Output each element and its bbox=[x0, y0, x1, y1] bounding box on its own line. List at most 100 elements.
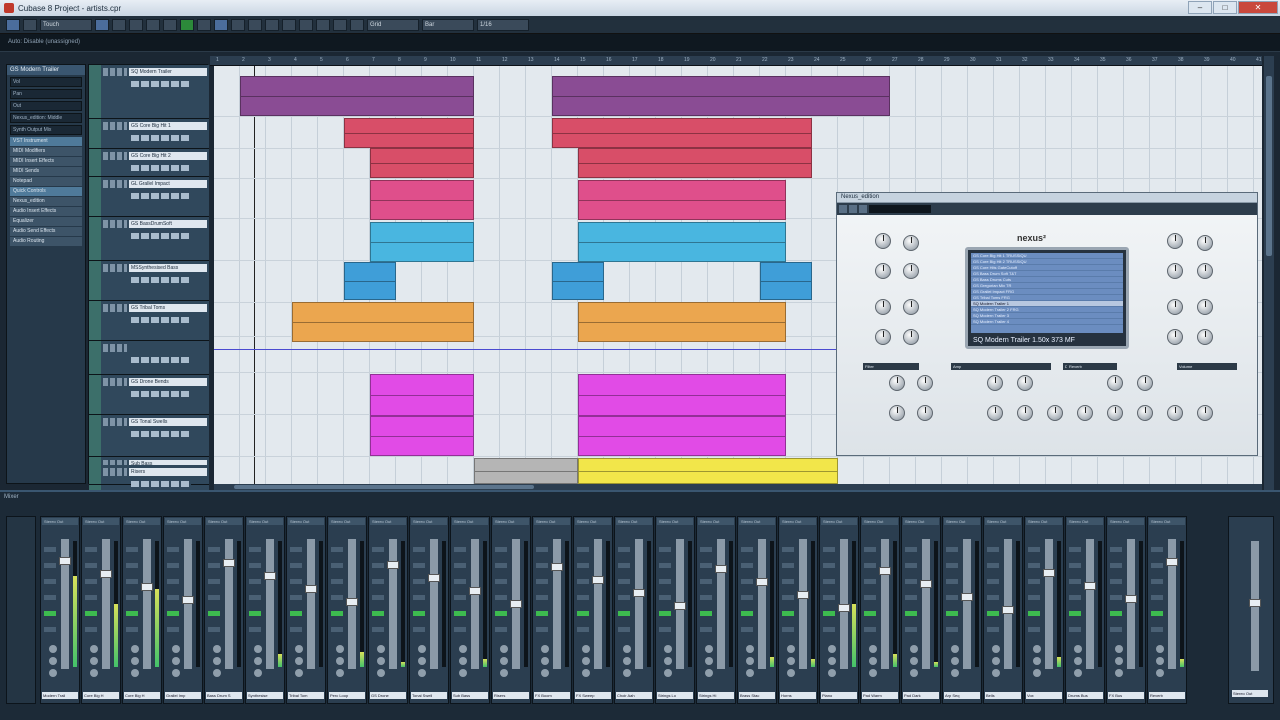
channel-button[interactable] bbox=[44, 611, 56, 616]
channel-fader[interactable] bbox=[633, 589, 645, 597]
record-button[interactable] bbox=[197, 18, 211, 31]
channel-pan-knob[interactable] bbox=[746, 657, 754, 665]
project-cursor[interactable] bbox=[254, 66, 255, 484]
channel-button[interactable] bbox=[495, 595, 507, 600]
channel-button[interactable] bbox=[987, 595, 999, 600]
channel-button[interactable] bbox=[454, 595, 466, 600]
channel-name[interactable]: Reverb bbox=[1149, 692, 1185, 699]
channel-button[interactable] bbox=[536, 627, 548, 632]
nexus-knob[interactable] bbox=[1197, 405, 1213, 421]
grid-type-select[interactable]: Bar bbox=[422, 18, 474, 31]
channel-button[interactable] bbox=[413, 579, 425, 584]
channel-button[interactable] bbox=[208, 627, 220, 632]
channel-pan-knob[interactable] bbox=[1074, 645, 1082, 653]
channel-button[interactable] bbox=[126, 579, 138, 584]
track-name[interactable]: GS BassDrumSoft bbox=[129, 220, 207, 228]
channel-button[interactable] bbox=[987, 611, 999, 616]
track-extra-buttons[interactable] bbox=[131, 233, 191, 239]
track-mute-solo-buttons[interactable] bbox=[103, 152, 127, 160]
track-row[interactable]: MSSynthesised Bass bbox=[89, 261, 209, 301]
track-row[interactable]: GS Tonal Swells bbox=[89, 415, 209, 457]
channel-button[interactable] bbox=[700, 627, 712, 632]
channel-button[interactable] bbox=[413, 595, 425, 600]
timeline-ruler[interactable]: 1 2 3 4 5 6 7 8 9 10 11 12 13 14 15 16 17 18 19 20 21 22 23 24 2… bbox=[210, 56, 1262, 66]
channel-button[interactable] bbox=[987, 579, 999, 584]
channel-pan-knob[interactable] bbox=[459, 657, 467, 665]
channel-pan-knob[interactable] bbox=[541, 645, 549, 653]
channel-name[interactable]: Grallel Imp bbox=[165, 692, 201, 699]
mute-tool[interactable] bbox=[316, 18, 330, 31]
channel-pan-knob[interactable] bbox=[459, 645, 467, 653]
track-mute-solo-buttons[interactable] bbox=[103, 378, 127, 386]
channel-button[interactable] bbox=[741, 611, 753, 616]
channel-button[interactable] bbox=[618, 547, 630, 552]
channel-name[interactable]: Tonal Swell bbox=[411, 692, 447, 699]
channel-button[interactable] bbox=[331, 595, 343, 600]
play-button[interactable] bbox=[180, 18, 194, 31]
channel-button[interactable] bbox=[536, 611, 548, 616]
channel-name[interactable]: Modern Trail bbox=[42, 692, 78, 699]
channel-button[interactable] bbox=[864, 579, 876, 584]
channel-button[interactable] bbox=[454, 563, 466, 568]
channel-name[interactable]: Arp Seq bbox=[944, 692, 980, 699]
channel-button[interactable] bbox=[782, 579, 794, 584]
channel-pan-knob[interactable] bbox=[131, 645, 139, 653]
channel-pan-knob[interactable] bbox=[746, 669, 754, 677]
channel-name[interactable]: Pad Dark bbox=[903, 692, 939, 699]
zoom-tool[interactable] bbox=[299, 18, 313, 31]
channel-pan-knob[interactable] bbox=[1033, 669, 1041, 677]
event-clip[interactable] bbox=[578, 180, 786, 220]
channel-pan-knob[interactable] bbox=[418, 645, 426, 653]
channel-fader[interactable] bbox=[715, 565, 727, 573]
inspector-section[interactable]: MIDI Insert Effects bbox=[10, 157, 82, 166]
channel-pan-knob[interactable] bbox=[418, 669, 426, 677]
channel-button[interactable] bbox=[864, 547, 876, 552]
channel-pan-knob[interactable] bbox=[705, 669, 713, 677]
channel-pan-knob[interactable] bbox=[951, 645, 959, 653]
channel-button[interactable] bbox=[413, 611, 425, 616]
channel-pan-knob[interactable] bbox=[910, 645, 918, 653]
event-clip[interactable] bbox=[578, 374, 786, 416]
channel-button[interactable] bbox=[905, 563, 917, 568]
track-row[interactable]: GS Tribal Toms bbox=[89, 301, 209, 341]
track-name[interactable]: GS Core Big Hit 1 bbox=[129, 122, 207, 130]
event-clip[interactable] bbox=[578, 148, 812, 178]
nexus-knob[interactable] bbox=[903, 263, 919, 279]
nexus-knob[interactable] bbox=[889, 405, 905, 421]
channel-button[interactable] bbox=[1151, 627, 1163, 632]
channel-button[interactable] bbox=[290, 563, 302, 568]
forward-button[interactable] bbox=[146, 18, 160, 31]
track-name[interactable]: GL Grallel Impact bbox=[129, 180, 207, 188]
channel-button[interactable] bbox=[946, 627, 958, 632]
channel-button[interactable] bbox=[167, 627, 179, 632]
channel-button[interactable] bbox=[208, 611, 220, 616]
channel-button[interactable] bbox=[782, 595, 794, 600]
channel-fader[interactable] bbox=[961, 593, 973, 601]
event-clip[interactable] bbox=[292, 302, 474, 342]
channel-button[interactable] bbox=[905, 611, 917, 616]
track-mute-solo-buttons[interactable] bbox=[103, 418, 127, 426]
channel-fader[interactable] bbox=[756, 578, 768, 586]
automation-mode-select[interactable]: Touch bbox=[40, 18, 92, 31]
track-extra-buttons[interactable] bbox=[131, 317, 191, 323]
preset-browser[interactable]: GS Core Big Hit 1 TRUSSIQU GS Core Big Hi… bbox=[971, 253, 1123, 333]
channel-button[interactable] bbox=[249, 595, 261, 600]
channel-button[interactable] bbox=[946, 547, 958, 552]
channel-button[interactable] bbox=[331, 547, 343, 552]
event-clip[interactable] bbox=[578, 458, 838, 484]
channel-button[interactable] bbox=[1110, 547, 1122, 552]
track-extra-buttons[interactable] bbox=[131, 135, 191, 141]
channel-button[interactable] bbox=[249, 611, 261, 616]
channel-name[interactable]: FX Sweep bbox=[575, 692, 611, 699]
channel-button[interactable] bbox=[85, 579, 97, 584]
plugin-bypass-button[interactable] bbox=[839, 205, 847, 213]
channel-pan-knob[interactable] bbox=[377, 669, 385, 677]
nexus-knob[interactable] bbox=[1167, 405, 1183, 421]
channel-button[interactable] bbox=[1151, 595, 1163, 600]
channel-fader[interactable] bbox=[223, 559, 235, 567]
inspector-volume-field[interactable]: Vol bbox=[10, 77, 82, 87]
channel-button[interactable] bbox=[1028, 627, 1040, 632]
channel-fader[interactable] bbox=[1043, 569, 1055, 577]
channel-button[interactable] bbox=[249, 547, 261, 552]
channel-button[interactable] bbox=[331, 611, 343, 616]
